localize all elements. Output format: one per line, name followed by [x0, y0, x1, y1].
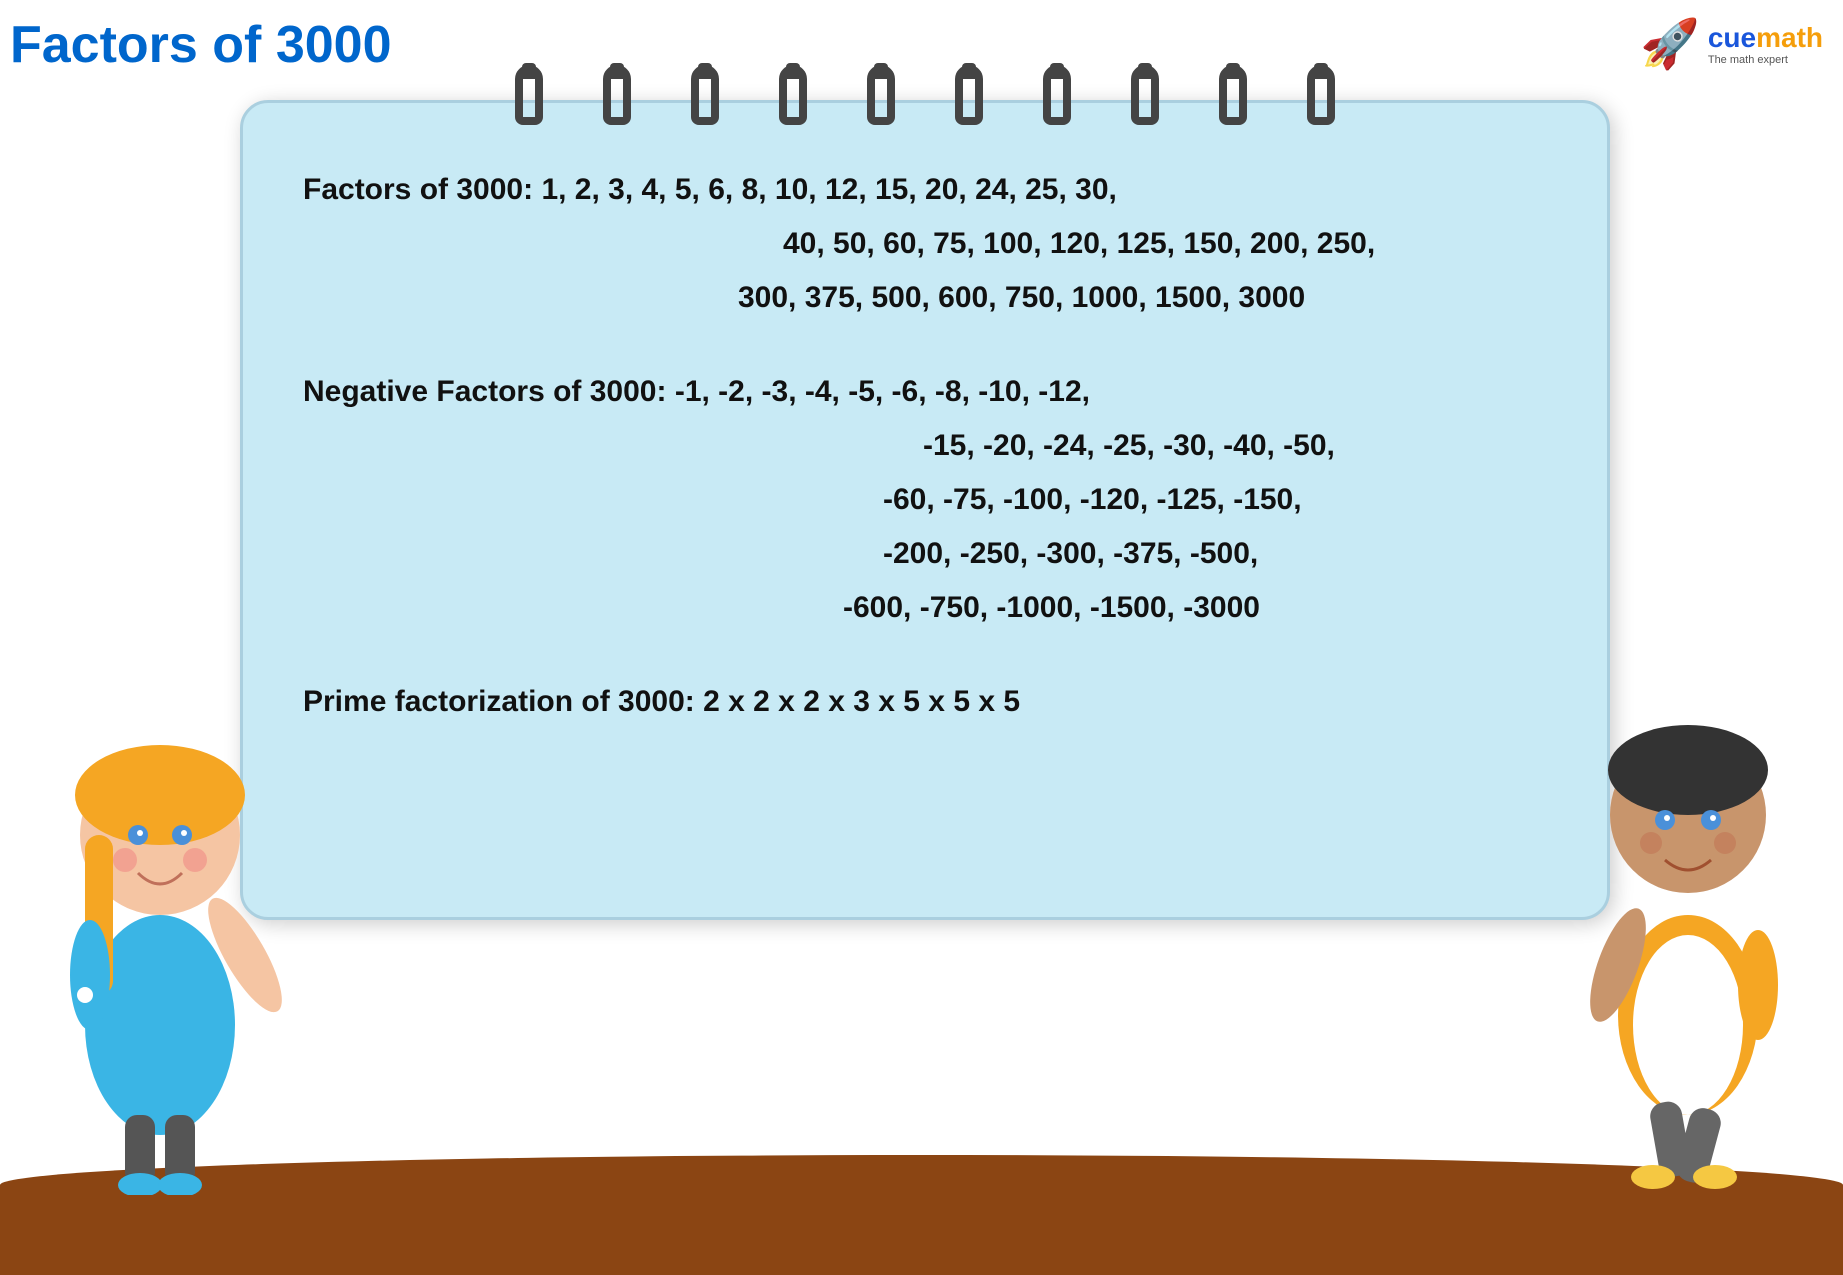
page-title: Factors of 3000: [10, 16, 392, 74]
logo-brand: cuemath: [1708, 22, 1823, 54]
ring-7: [1043, 65, 1071, 125]
notebook: Factors of 3000: 1, 2, 3, 4, 5, 6, 8, 10…: [240, 100, 1610, 920]
factors-line3: 300, 375, 500, 600, 750, 1000, 1500, 300…: [303, 271, 1547, 325]
factors-line2: 40, 50, 60, 75, 100, 120, 125, 150, 200,…: [303, 217, 1547, 271]
ring-9: [1219, 65, 1247, 125]
prime-section: Prime factorization of 3000: 2 x 2 x 2 x…: [303, 675, 1547, 729]
logo-tagline: The math expert: [1708, 54, 1788, 66]
rocket-icon: 🚀: [1640, 15, 1700, 72]
ring-1: [515, 65, 543, 125]
factors-label: Factors of 3000:: [303, 173, 533, 206]
negative-label: Negative Factors of 3000:: [303, 375, 666, 408]
header: Factors of 3000: [10, 15, 392, 75]
negative-line3: -60, -75, -100, -120, -125, -150,: [303, 473, 1547, 527]
ring-5: [867, 65, 895, 125]
logo-text: cuemath The math expert: [1708, 22, 1823, 66]
factors-values-line1: 1, 2, 3, 4, 5, 6, 8, 10, 12, 15, 20, 24,…: [541, 173, 1116, 206]
negative-line4: -200, -250, -300, -375, -500,: [303, 527, 1547, 581]
negative-factors-section: Negative Factors of 3000: -1, -2, -3, -4…: [303, 365, 1547, 635]
factors-line1: Factors of 3000: 1, 2, 3, 4, 5, 6, 8, 10…: [303, 163, 1547, 217]
ring-8: [1131, 65, 1159, 125]
boy-character: [1553, 595, 1823, 1195]
prime-value: 2 x 2 x 2 x 3 x 5 x 5 x 5: [703, 685, 1020, 718]
ring-3: [691, 65, 719, 125]
girl-svg: [30, 595, 290, 1195]
factors-section: Factors of 3000: 1, 2, 3, 4, 5, 6, 8, 10…: [303, 163, 1547, 325]
prime-label: Prime factorization of 3000:: [303, 685, 695, 718]
ring-10: [1307, 65, 1335, 125]
notebook-content: Factors of 3000: 1, 2, 3, 4, 5, 6, 8, 10…: [243, 103, 1607, 769]
negative-values-1: -1, -2, -3, -4, -5, -6, -8, -10, -12,: [675, 375, 1090, 408]
ring-6: [955, 65, 983, 125]
logo-area: 🚀 cuemath The math expert: [1640, 15, 1823, 72]
negative-line1: Negative Factors of 3000: -1, -2, -3, -4…: [303, 365, 1547, 419]
ring-2: [603, 65, 631, 125]
scene: Factors of 3000 🚀 cuemath The math exper…: [0, 0, 1843, 1275]
boy-svg: [1553, 595, 1823, 1195]
rings-container: [475, 65, 1375, 125]
girl-character: [30, 595, 290, 1195]
ring-4: [779, 65, 807, 125]
negative-line5: -600, -750, -1000, -1500, -3000: [303, 581, 1547, 635]
logo-math: math: [1756, 22, 1823, 53]
logo-cue: cue: [1708, 22, 1756, 53]
negative-line2: -15, -20, -24, -25, -30, -40, -50,: [303, 419, 1547, 473]
